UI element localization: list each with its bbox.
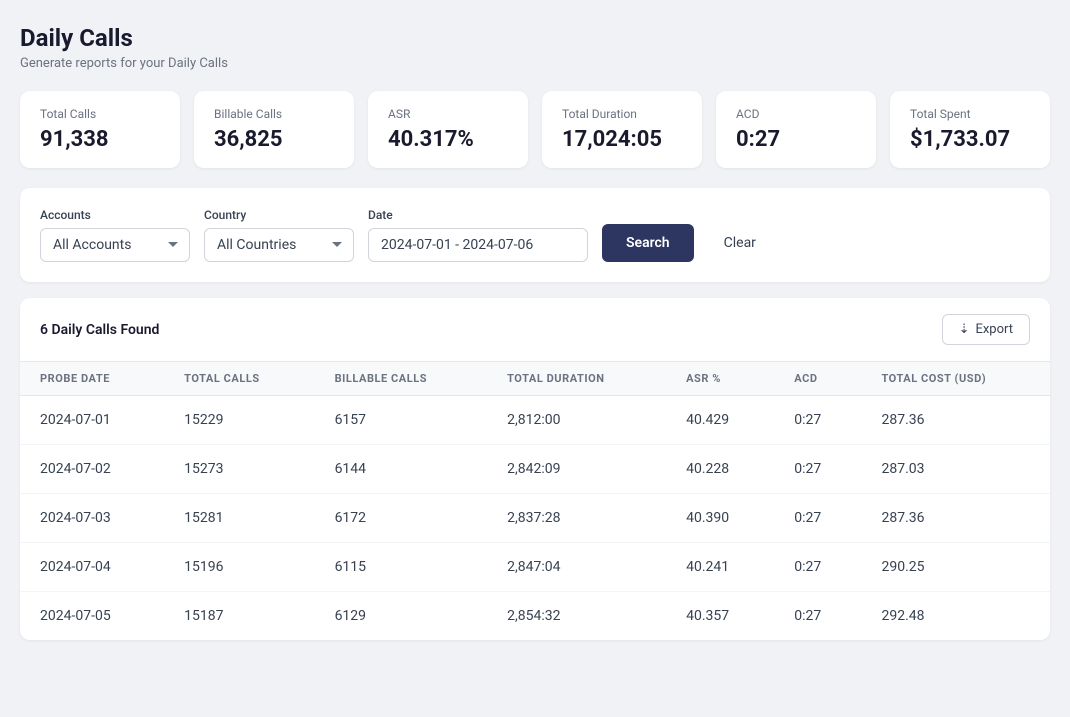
table-row: 2024-07-031528161722,837:2840.3900:27287…: [20, 494, 1050, 543]
export-label: Export: [975, 322, 1013, 337]
stat-value-acd: 0:27: [736, 127, 856, 152]
accounts-label: Accounts: [40, 208, 190, 222]
table-cell: 2024-07-02: [20, 445, 164, 494]
table-cell: 6157: [315, 396, 488, 445]
download-icon: ⇣: [959, 322, 970, 337]
table-cell: 15281: [164, 494, 314, 543]
col-billable-calls: BILLABLE CALLS: [315, 362, 488, 396]
country-select[interactable]: All Countries: [204, 228, 354, 262]
stat-label-total-spent: Total Spent: [910, 107, 1030, 121]
col-total-calls: TOTAL CALLS: [164, 362, 314, 396]
export-button[interactable]: ⇣ Export: [942, 314, 1030, 345]
filter-row: Accounts All Accounts Country All Countr…: [40, 208, 1030, 262]
filter-section: Accounts All Accounts Country All Countr…: [20, 188, 1050, 282]
stat-label-asr: ASR: [388, 107, 508, 121]
table-cell: 15196: [164, 543, 314, 592]
stat-card-total-calls: Total Calls 91,338: [20, 91, 180, 168]
col-total-duration: TOTAL DURATION: [487, 362, 666, 396]
stat-card-acd: ACD 0:27: [716, 91, 876, 168]
date-label: Date: [368, 208, 588, 222]
stats-row: Total Calls 91,338 Billable Calls 36,825…: [20, 91, 1050, 168]
table-cell: 2,812:00: [487, 396, 666, 445]
table-cell: 2,842:09: [487, 445, 666, 494]
table-row: 2024-07-021527361442,842:0940.2280:27287…: [20, 445, 1050, 494]
col-total-cost: TOTAL COST (USD): [861, 362, 1050, 396]
table-cell: 2,847:04: [487, 543, 666, 592]
table-cell: 2024-07-03: [20, 494, 164, 543]
table-cell: 287.03: [861, 445, 1050, 494]
table-cell: 40.241: [666, 543, 774, 592]
results-section: 6 Daily Calls Found ⇣ Export PROBE DATE …: [20, 298, 1050, 640]
table-row: 2024-07-011522961572,812:0040.4290:27287…: [20, 396, 1050, 445]
stat-card-billable-calls: Billable Calls 36,825: [194, 91, 354, 168]
table-header: PROBE DATE TOTAL CALLS BILLABLE CALLS TO…: [20, 362, 1050, 396]
table-cell: 40.357: [666, 592, 774, 641]
table-cell: 0:27: [774, 592, 861, 641]
table-body: 2024-07-011522961572,812:0040.4290:27287…: [20, 396, 1050, 641]
table-cell: 0:27: [774, 445, 861, 494]
table-cell: 2,837:28: [487, 494, 666, 543]
search-button[interactable]: Search: [602, 224, 694, 262]
stat-card-total-duration: Total Duration 17,024:05: [542, 91, 702, 168]
stat-card-asr: ASR 40.317%: [368, 91, 528, 168]
results-header: 6 Daily Calls Found ⇣ Export: [20, 298, 1050, 361]
stat-value-total-calls: 91,338: [40, 127, 160, 152]
accounts-select[interactable]: All Accounts: [40, 228, 190, 262]
data-table: PROBE DATE TOTAL CALLS BILLABLE CALLS TO…: [20, 361, 1050, 640]
col-acd: ACD: [774, 362, 861, 396]
table-cell: 6129: [315, 592, 488, 641]
table-cell: 0:27: [774, 494, 861, 543]
stat-label-total-duration: Total Duration: [562, 107, 682, 121]
results-count: 6 Daily Calls Found: [40, 322, 159, 338]
stat-value-asr: 40.317%: [388, 127, 508, 152]
date-filter-group: Date: [368, 208, 588, 262]
date-input[interactable]: [368, 228, 588, 262]
stat-card-total-spent: Total Spent $1,733.07: [890, 91, 1050, 168]
table-cell: 15273: [164, 445, 314, 494]
table-cell: 287.36: [861, 396, 1050, 445]
stat-label-total-calls: Total Calls: [40, 107, 160, 121]
clear-button[interactable]: Clear: [708, 224, 772, 262]
stat-value-total-spent: $1,733.07: [910, 127, 1030, 152]
accounts-filter-group: Accounts All Accounts: [40, 208, 190, 262]
stat-label-billable-calls: Billable Calls: [214, 107, 334, 121]
table-cell: 40.228: [666, 445, 774, 494]
table-cell: 2024-07-01: [20, 396, 164, 445]
country-filter-group: Country All Countries: [204, 208, 354, 262]
table-cell: 6115: [315, 543, 488, 592]
table-cell: 15187: [164, 592, 314, 641]
table-cell: 15229: [164, 396, 314, 445]
col-asr: ASR %: [666, 362, 774, 396]
stat-value-billable-calls: 36,825: [214, 127, 334, 152]
page-container: Daily Calls Generate reports for your Da…: [0, 0, 1070, 664]
country-label: Country: [204, 208, 354, 222]
table-cell: 290.25: [861, 543, 1050, 592]
table-cell: 6144: [315, 445, 488, 494]
table-cell: 287.36: [861, 494, 1050, 543]
table-cell: 40.390: [666, 494, 774, 543]
table-cell: 2024-07-05: [20, 592, 164, 641]
stat-label-acd: ACD: [736, 107, 856, 121]
col-probe-date: PROBE DATE: [20, 362, 164, 396]
table-cell: 0:27: [774, 543, 861, 592]
table-cell: 0:27: [774, 396, 861, 445]
table-cell: 40.429: [666, 396, 774, 445]
table-row: 2024-07-041519661152,847:0440.2410:27290…: [20, 543, 1050, 592]
table-cell: 2,854:32: [487, 592, 666, 641]
table-cell: 6172: [315, 494, 488, 543]
table-cell: 2024-07-04: [20, 543, 164, 592]
stat-value-total-duration: 17,024:05: [562, 127, 682, 152]
page-subtitle: Generate reports for your Daily Calls: [20, 56, 1050, 71]
table-cell: 292.48: [861, 592, 1050, 641]
page-title: Daily Calls: [20, 24, 1050, 52]
table-row: 2024-07-051518761292,854:3240.3570:27292…: [20, 592, 1050, 641]
table-header-row: PROBE DATE TOTAL CALLS BILLABLE CALLS TO…: [20, 362, 1050, 396]
